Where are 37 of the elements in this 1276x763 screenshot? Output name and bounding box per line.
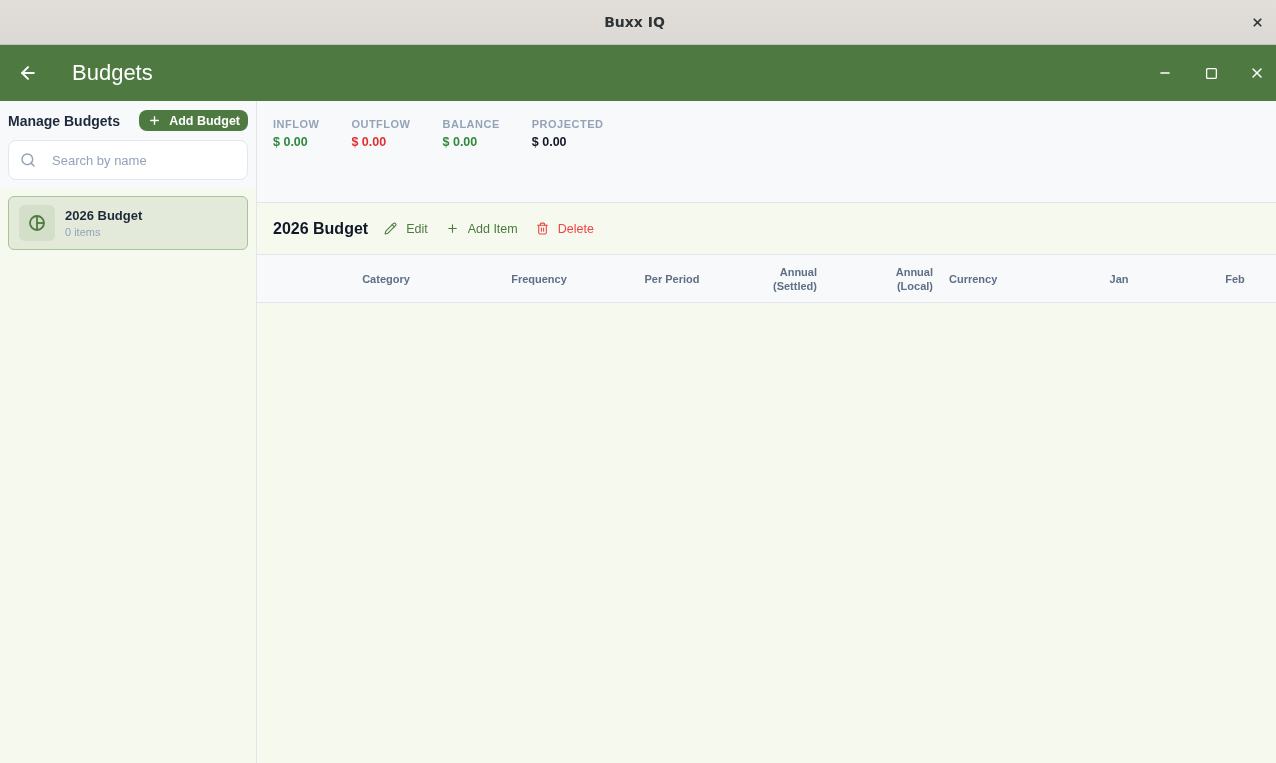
stat-label: BALANCE — [442, 118, 500, 130]
edit-button[interactable]: Edit — [380, 218, 432, 239]
column-header: Currency — [949, 271, 998, 286]
budget-name: 2026 Budget — [65, 208, 143, 223]
stat-value: $ 0.00 — [442, 135, 479, 149]
column-header: Per Period — [644, 271, 700, 286]
budget-title: 2026 Budget — [273, 219, 369, 238]
add-item-button[interactable]: Add Item — [441, 218, 522, 239]
pie-chart-icon — [19, 205, 55, 241]
sidebar-heading: Manage Budgets — [8, 112, 120, 129]
search-icon — [20, 152, 36, 168]
stat-value: $ 0.00 — [531, 135, 568, 149]
maximize-icon — [1204, 66, 1218, 80]
trash-icon — [535, 222, 549, 235]
plus-icon — [445, 222, 459, 235]
plus-icon — [148, 114, 162, 127]
add-budget-button[interactable]: Add Budget — [139, 110, 248, 131]
stat-label: INFLOW — [273, 118, 320, 130]
stat-label: OUTFLOW — [351, 118, 411, 130]
column-header: Jan — [1109, 271, 1129, 286]
stat-value: $ 0.00 — [351, 135, 388, 149]
column-header: Annual (Local) — [895, 264, 933, 293]
window-title: Buxx IQ — [604, 14, 665, 30]
page-title: Budgets — [72, 60, 153, 86]
pencil-icon — [384, 222, 398, 235]
delete-button[interactable]: Delete — [531, 218, 598, 239]
close-icon — [1250, 15, 1264, 29]
column-header: Frequency — [511, 271, 567, 286]
column-header: Category — [362, 271, 410, 286]
column-header: Annual (Settled) — [773, 264, 817, 293]
item-count: 0 items — [65, 226, 102, 238]
budget-list-item[interactable]: 2026 Budget 0 items — [8, 196, 248, 250]
column-header: Feb — [1225, 271, 1245, 286]
stat-label: PROJECTED — [531, 118, 604, 130]
close-icon — [1249, 65, 1265, 81]
search-field[interactable]: Search by name — [8, 140, 248, 180]
stat-value: $ 0.00 — [273, 135, 309, 149]
